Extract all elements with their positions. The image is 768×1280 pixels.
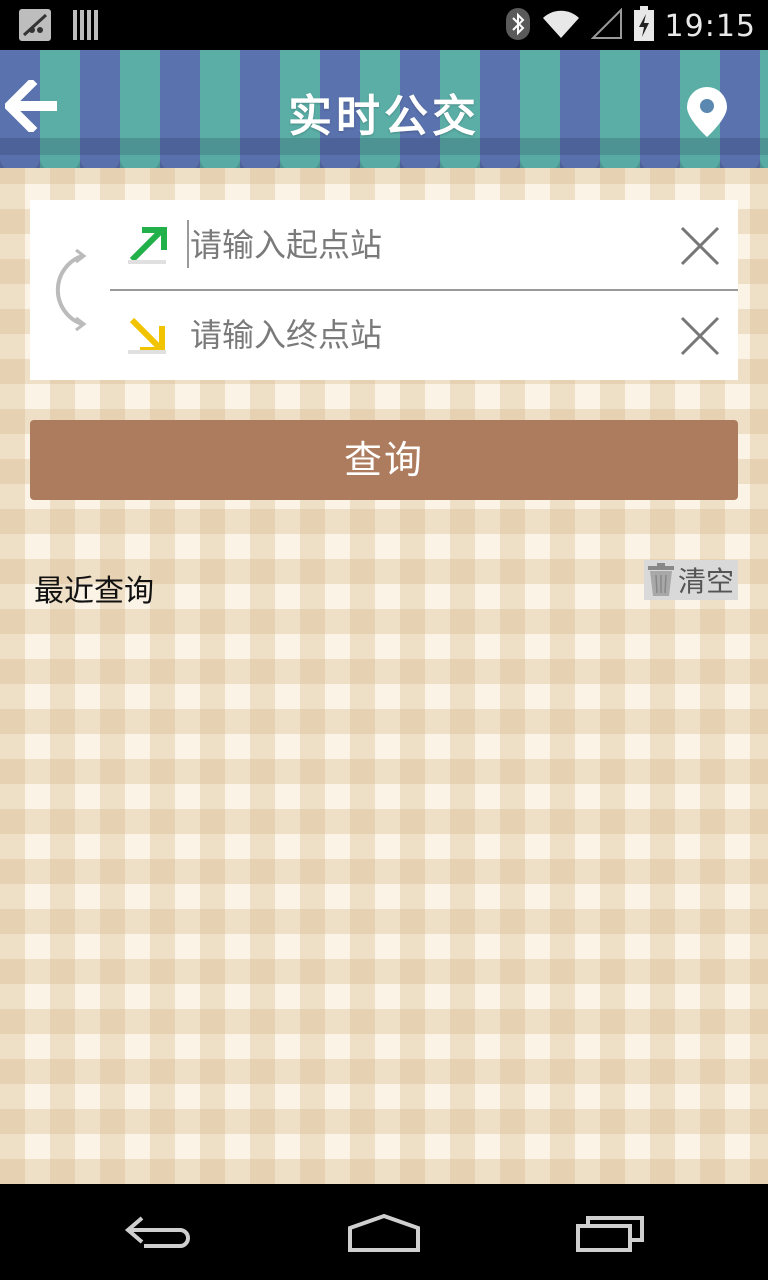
end-station-row: [110, 290, 738, 380]
clear-history-button[interactable]: 清空: [644, 560, 738, 600]
battery-charging-icon: [633, 6, 655, 46]
back-icon: [124, 1216, 190, 1248]
start-arrow-icon: [128, 227, 167, 264]
clear-end-icon[interactable]: [680, 316, 720, 356]
nav-back-button[interactable]: [114, 1208, 204, 1258]
app-header: 实时公交: [0, 50, 768, 172]
navigation-bar: [0, 1184, 768, 1280]
recents-icon: [576, 1216, 644, 1252]
nav-recents-button[interactable]: [566, 1208, 656, 1258]
signal-icon: [590, 7, 623, 44]
page-title: 实时公交: [288, 91, 480, 142]
nav-home-button[interactable]: [340, 1208, 430, 1258]
trash-icon: [648, 563, 674, 596]
status-bar: 19:15: [0, 0, 768, 50]
query-button[interactable]: 查询: [30, 420, 738, 500]
content-area: 查询 最近查询 清空: [0, 168, 768, 1184]
clear-history-label: 清空: [678, 565, 735, 598]
recent-queries-label: 最近查询: [34, 574, 154, 609]
clock: 19:15: [664, 8, 756, 44]
route-input-card: [30, 200, 738, 380]
location-pin-icon: [687, 87, 727, 137]
notification-app-icon: [18, 8, 52, 46]
bluetooth-icon: [505, 7, 531, 45]
end-arrow-icon: [128, 317, 166, 354]
home-icon: [348, 1213, 420, 1252]
clear-start-icon[interactable]: [680, 226, 720, 266]
start-station-row: [110, 200, 738, 291]
swap-stations-button[interactable]: [44, 248, 92, 334]
location-button[interactable]: [682, 80, 732, 144]
swap-icon: [55, 248, 87, 332]
end-station-input[interactable]: [188, 308, 660, 362]
notification-bars-icon: [72, 8, 100, 46]
wifi-icon: [541, 8, 581, 44]
start-station-input[interactable]: [188, 218, 660, 272]
